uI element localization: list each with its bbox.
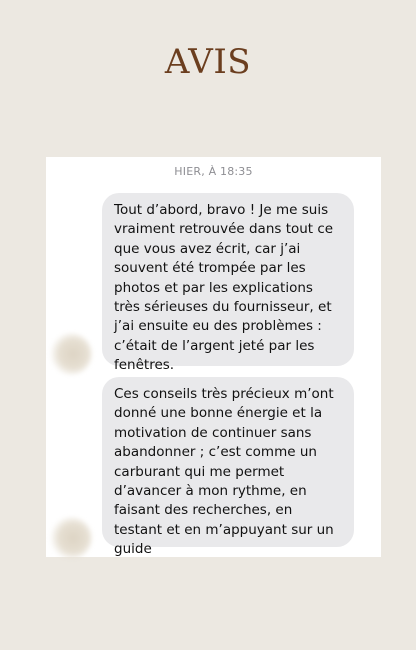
message-timestamp: HIER, À 18:35 [174,165,253,178]
message-bubble: Tout d’abord, bravo ! Je me suis vraimen… [102,193,354,373]
sender-avatar-icon [50,517,92,559]
page-title: AVIS [164,42,252,82]
sender-avatar-icon [50,333,92,375]
message-bubble: Ces conseils très précieux m’ont donné u… [102,377,354,557]
message-screenshot-card: HIER, À 18:35 Tout d’abord, bravo ! Je m… [46,157,381,557]
